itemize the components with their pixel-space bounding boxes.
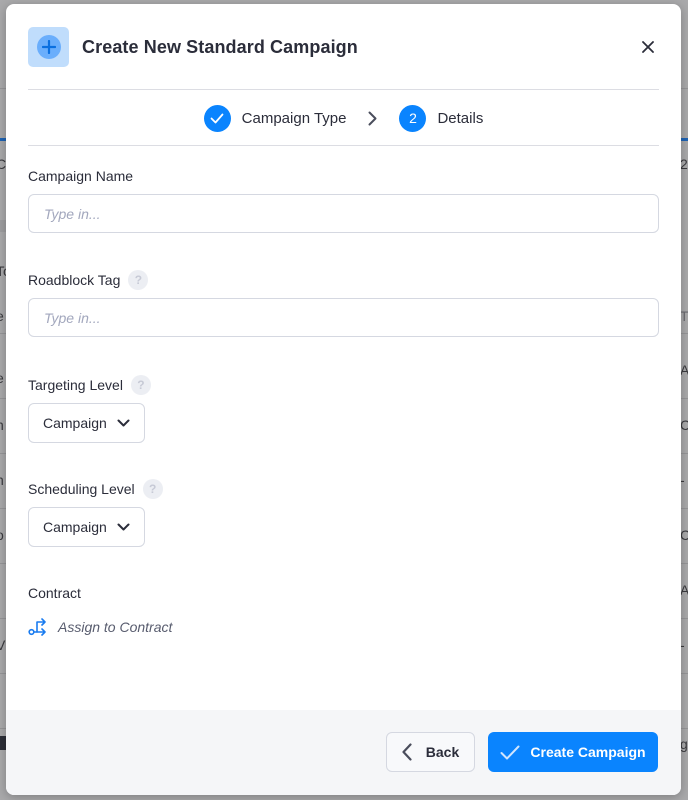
step-campaign-type[interactable]: Campaign Type [203, 104, 347, 132]
back-button[interactable]: Back [386, 732, 475, 772]
check-icon [203, 104, 231, 132]
bg-text: e [0, 370, 4, 386]
bg-text: A [680, 362, 688, 378]
bg-text: T [680, 308, 688, 324]
chevron-left-icon [402, 743, 412, 761]
stepper: Campaign Type 2 Details [6, 104, 681, 132]
bg-text: C [680, 527, 688, 543]
bg-text: V [0, 637, 6, 653]
targeting-level-field: Targeting Level ? Campaign [28, 375, 659, 443]
help-icon[interactable]: ? [128, 270, 149, 290]
step-label: Campaign Type [241, 109, 347, 127]
check-icon [500, 745, 520, 760]
contract-field: Contract Assign to Contract [28, 583, 659, 636]
campaign-name-label: Campaign Name [28, 166, 659, 186]
targeting-level-label: Targeting Level ? [28, 375, 659, 395]
modal-header: Create New Standard Campaign [28, 27, 659, 67]
create-campaign-button[interactable]: Create Campaign [488, 732, 658, 772]
contract-label: Contract [28, 583, 659, 603]
scheduling-level-label: Scheduling Level ? [28, 479, 659, 499]
selected-value: Campaign [43, 415, 107, 431]
roadblock-tag-label: Roadblock Tag ? [28, 270, 659, 290]
header-divider [28, 89, 659, 90]
label-text: Campaign Name [28, 168, 134, 184]
step-details[interactable]: 2 Details [399, 104, 484, 132]
chevron-down-icon [117, 419, 130, 427]
roadblock-tag-input[interactable] [28, 298, 659, 337]
back-label: Back [425, 744, 460, 760]
step-number: 2 [399, 104, 427, 132]
bg-text: 2 [680, 156, 688, 172]
modal-title: Create New Standard Campaign [82, 36, 358, 57]
campaign-name-field: Campaign Name [28, 166, 659, 233]
label-text: Targeting Level [28, 377, 123, 393]
assign-to-contract-text: Assign to Contract [58, 619, 173, 635]
create-campaign-modal: Create New Standard Campaign Campaign Ty… [6, 4, 681, 795]
create-campaign-label: Create Campaign [530, 744, 646, 760]
bg-tab-indicator [680, 138, 688, 141]
label-text: Contract [28, 585, 81, 601]
label-text: Roadblock Tag [28, 272, 121, 288]
bg-text: n [0, 472, 4, 488]
assign-route-icon [28, 618, 48, 636]
scheduling-level-select[interactable]: Campaign [28, 507, 145, 547]
bg-text: g [680, 736, 688, 752]
chevron-right-icon [368, 111, 377, 126]
modal-footer: Back Create Campaign [6, 710, 681, 795]
step-label: Details [437, 109, 484, 127]
plus-icon [36, 35, 61, 59]
chevron-down-icon [117, 523, 130, 531]
scheduling-level-field: Scheduling Level ? Campaign [28, 479, 659, 547]
close-button[interactable] [639, 38, 657, 56]
assign-to-contract-link[interactable]: Assign to Contract [28, 618, 659, 636]
close-icon [642, 41, 654, 53]
bg-text: n [0, 417, 4, 433]
bg-text: e [0, 308, 4, 324]
help-icon[interactable]: ? [130, 375, 151, 395]
bg-text: A [680, 582, 688, 598]
roadblock-tag-field: Roadblock Tag ? [28, 270, 659, 337]
targeting-level-select[interactable]: Campaign [28, 403, 145, 443]
stepper-divider [28, 145, 659, 146]
campaign-name-input[interactable] [28, 194, 659, 233]
bg-text: C [680, 417, 688, 433]
selected-value: Campaign [43, 519, 107, 535]
help-icon[interactable]: ? [142, 479, 163, 499]
label-text: Scheduling Level [28, 481, 135, 497]
header-icon-badge [28, 27, 69, 67]
bg-text: o [0, 527, 4, 543]
